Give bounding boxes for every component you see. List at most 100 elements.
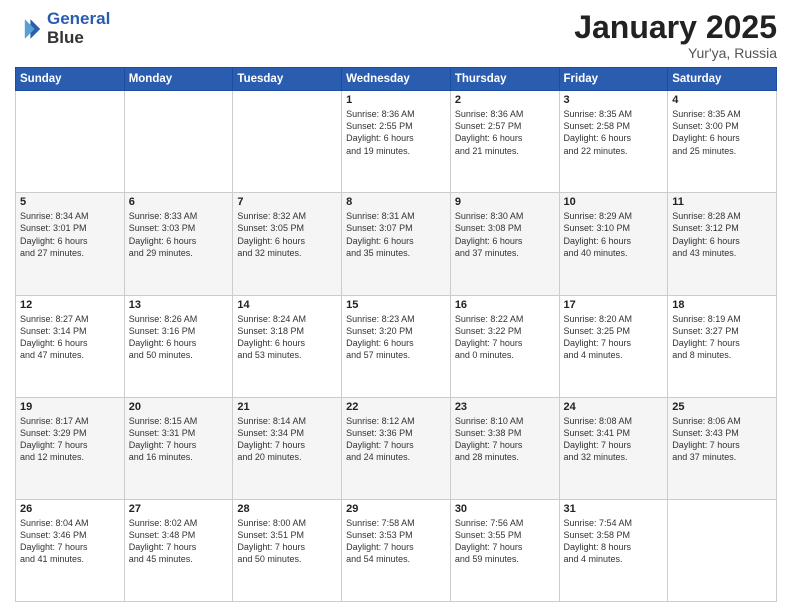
day-number: 21 — [237, 401, 337, 413]
day-header-sunday: Sunday — [16, 68, 125, 91]
day-number: 18 — [672, 299, 772, 311]
day-info: Sunrise: 8:31 AMSunset: 3:07 PMDaylight:… — [346, 210, 446, 259]
calendar-cell — [16, 91, 125, 193]
day-header-friday: Friday — [559, 68, 668, 91]
day-number: 22 — [346, 401, 446, 413]
day-number: 12 — [20, 299, 120, 311]
day-header-wednesday: Wednesday — [342, 68, 451, 91]
day-header-thursday: Thursday — [450, 68, 559, 91]
logo-text: General Blue — [47, 10, 110, 47]
calendar-cell: 2Sunrise: 8:36 AMSunset: 2:57 PMDaylight… — [450, 91, 559, 193]
calendar-cell: 9 Sunrise: 8:30 AMSunset: 3:08 PMDaylight… — [450, 193, 559, 295]
week-row-4: 19Sunrise: 8:17 AMSunset: 3:29 PMDayligh… — [16, 397, 777, 499]
week-row-5: 26 Sunrise: 8:04 AMSunset: 3:46 PMDayligh… — [16, 499, 777, 601]
day-info: Sunrise: 7:58 AMSunset: 3:53 PMDaylight:… — [346, 517, 446, 566]
day-number: 25 — [672, 401, 772, 413]
day-header-saturday: Saturday — [668, 68, 777, 91]
calendar-cell — [124, 91, 233, 193]
day-number: 11 — [672, 196, 772, 208]
day-info: Sunrise: 8:27 AMSunset: 3:14 PMDaylight:… — [20, 313, 120, 362]
calendar-cell: 18 Sunrise: 8:19 AMSunset: 3:27 PMDayligh… — [668, 295, 777, 397]
calendar-cell: 12 Sunrise: 8:27 AMSunset: 3:14 PMDayligh… — [16, 295, 125, 397]
week-row-1: 1 Sunrise: 8:36 AMSunset: 2:55 PMDaylight… — [16, 91, 777, 193]
day-info: Sunrise: 8:36 AMSunset: 2:57 PMDaylight:… — [455, 108, 555, 157]
day-number: 5 — [20, 196, 120, 208]
day-number: 9 — [455, 196, 555, 208]
calendar-cell: 27 Sunrise: 8:02 AMSunset: 3:48 PMDayligh… — [124, 499, 233, 601]
day-info: Sunrise: 8:28 AMSunset: 3:12 PMDaylight:… — [672, 210, 772, 259]
logo-icon — [15, 15, 43, 43]
calendar-cell: 1 Sunrise: 8:36 AMSunset: 2:55 PMDaylight… — [342, 91, 451, 193]
calendar-cell — [668, 499, 777, 601]
calendar-cell: 31 Sunrise: 7:54 AMSunset: 3:58 PMDayligh… — [559, 499, 668, 601]
day-info: Sunrise: 8:04 AMSunset: 3:46 PMDaylight:… — [20, 517, 120, 566]
day-number: 1 — [346, 94, 446, 106]
day-number: 15 — [346, 299, 446, 311]
calendar-cell: 28Sunrise: 8:00 AMSunset: 3:51 PMDayligh… — [233, 499, 342, 601]
calendar-cell: 5Sunrise: 8:34 AMSunset: 3:01 PMDaylight… — [16, 193, 125, 295]
day-info: Sunrise: 8:26 AMSunset: 3:16 PMDaylight:… — [129, 313, 229, 362]
day-info: Sunrise: 8:00 AMSunset: 3:51 PMDaylight:… — [237, 517, 337, 566]
day-number: 23 — [455, 401, 555, 413]
day-number: 27 — [129, 503, 229, 515]
day-info: Sunrise: 8:35 AMSunset: 2:58 PMDaylight:… — [564, 108, 664, 157]
day-info: Sunrise: 8:12 AMSunset: 3:36 PMDaylight:… — [346, 415, 446, 464]
calendar-cell: 7 Sunrise: 8:32 AMSunset: 3:05 PMDaylight… — [233, 193, 342, 295]
title-block: January 2025 Yur'ya, Russia — [574, 10, 777, 61]
page: General Blue January 2025 Yur'ya, Russia… — [0, 0, 792, 612]
calendar-cell: 8Sunrise: 8:31 AMSunset: 3:07 PMDaylight… — [342, 193, 451, 295]
day-info: Sunrise: 8:06 AMSunset: 3:43 PMDaylight:… — [672, 415, 772, 464]
calendar-cell: 17 Sunrise: 8:20 AMSunset: 3:25 PMDayligh… — [559, 295, 668, 397]
day-number: 29 — [346, 503, 446, 515]
day-number: 30 — [455, 503, 555, 515]
week-row-2: 5Sunrise: 8:34 AMSunset: 3:01 PMDaylight… — [16, 193, 777, 295]
calendar-cell: 23Sunrise: 8:10 AMSunset: 3:38 PMDayligh… — [450, 397, 559, 499]
calendar-cell: 3Sunrise: 8:35 AMSunset: 2:58 PMDaylight… — [559, 91, 668, 193]
day-info: Sunrise: 8:19 AMSunset: 3:27 PMDaylight:… — [672, 313, 772, 362]
day-header-monday: Monday — [124, 68, 233, 91]
calendar-cell: 4 Sunrise: 8:35 AMSunset: 3:00 PMDaylight… — [668, 91, 777, 193]
calendar-cell: 13Sunrise: 8:26 AMSunset: 3:16 PMDayligh… — [124, 295, 233, 397]
calendar-cell: 22 Sunrise: 8:12 AMSunset: 3:36 PMDayligh… — [342, 397, 451, 499]
day-info: Sunrise: 8:35 AMSunset: 3:00 PMDaylight:… — [672, 108, 772, 157]
day-info: Sunrise: 8:30 AMSunset: 3:08 PMDaylight:… — [455, 210, 555, 259]
calendar-cell: 20 Sunrise: 8:15 AMSunset: 3:31 PMDayligh… — [124, 397, 233, 499]
day-info: Sunrise: 7:54 AMSunset: 3:58 PMDaylight:… — [564, 517, 664, 566]
day-number: 24 — [564, 401, 664, 413]
calendar-cell: 21 Sunrise: 8:14 AMSunset: 3:34 PMDayligh… — [233, 397, 342, 499]
day-info: Sunrise: 8:24 AMSunset: 3:18 PMDaylight:… — [237, 313, 337, 362]
calendar-cell: 11 Sunrise: 8:28 AMSunset: 3:12 PMDayligh… — [668, 193, 777, 295]
calendar-cell — [233, 91, 342, 193]
calendar-cell: 25 Sunrise: 8:06 AMSunset: 3:43 PMDayligh… — [668, 397, 777, 499]
day-number: 14 — [237, 299, 337, 311]
week-row-3: 12 Sunrise: 8:27 AMSunset: 3:14 PMDayligh… — [16, 295, 777, 397]
calendar-cell: 16Sunrise: 8:22 AMSunset: 3:22 PMDayligh… — [450, 295, 559, 397]
calendar-cell: 29 Sunrise: 7:58 AMSunset: 3:53 PMDayligh… — [342, 499, 451, 601]
day-number: 10 — [564, 196, 664, 208]
day-number: 26 — [20, 503, 120, 515]
day-info: Sunrise: 8:36 AMSunset: 2:55 PMDaylight:… — [346, 108, 446, 157]
calendar-cell: 10Sunrise: 8:29 AMSunset: 3:10 PMDayligh… — [559, 193, 668, 295]
day-number: 19 — [20, 401, 120, 413]
day-info: Sunrise: 8:14 AMSunset: 3:34 PMDaylight:… — [237, 415, 337, 464]
day-number: 31 — [564, 503, 664, 515]
subtitle: Yur'ya, Russia — [574, 45, 777, 61]
day-number: 4 — [672, 94, 772, 106]
day-info: Sunrise: 8:15 AMSunset: 3:31 PMDaylight:… — [129, 415, 229, 464]
calendar: SundayMondayTuesdayWednesdayThursdayFrid… — [15, 67, 777, 602]
day-info: Sunrise: 8:20 AMSunset: 3:25 PMDaylight:… — [564, 313, 664, 362]
day-info: Sunrise: 8:32 AMSunset: 3:05 PMDaylight:… — [237, 210, 337, 259]
day-info: Sunrise: 8:08 AMSunset: 3:41 PMDaylight:… — [564, 415, 664, 464]
calendar-header-row: SundayMondayTuesdayWednesdayThursdayFrid… — [16, 68, 777, 91]
calendar-cell: 19Sunrise: 8:17 AMSunset: 3:29 PMDayligh… — [16, 397, 125, 499]
day-info: Sunrise: 8:33 AMSunset: 3:03 PMDaylight:… — [129, 210, 229, 259]
day-number: 20 — [129, 401, 229, 413]
day-info: Sunrise: 8:22 AMSunset: 3:22 PMDaylight:… — [455, 313, 555, 362]
day-number: 7 — [237, 196, 337, 208]
header: General Blue January 2025 Yur'ya, Russia — [15, 10, 777, 61]
day-info: Sunrise: 8:02 AMSunset: 3:48 PMDaylight:… — [129, 517, 229, 566]
day-info: Sunrise: 7:56 AMSunset: 3:55 PMDaylight:… — [455, 517, 555, 566]
logo: General Blue — [15, 10, 110, 47]
calendar-cell: 6Sunrise: 8:33 AMSunset: 3:03 PMDaylight… — [124, 193, 233, 295]
day-number: 17 — [564, 299, 664, 311]
